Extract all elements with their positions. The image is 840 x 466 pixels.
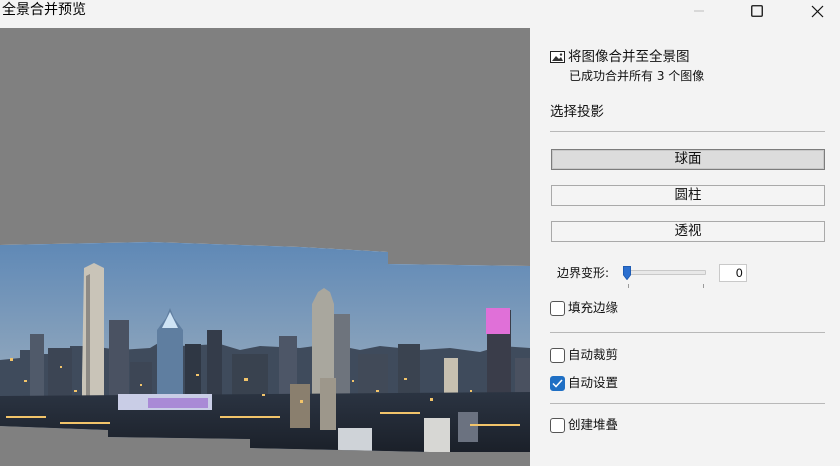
boundary-warp-label: 边界变形: [557,266,610,280]
create-stack-option[interactable]: 创建堆叠 [550,416,618,434]
projection-cylindrical-button[interactable]: 圆柱 [551,185,825,206]
minimize-button[interactable] [676,0,722,22]
create-stack-label: 创建堆叠 [568,417,619,432]
projection-perspective-button[interactable]: 透视 [551,221,825,242]
auto-crop-checkbox[interactable] [550,347,565,363]
checkmark-icon [552,378,563,388]
create-stack-checkbox[interactable] [550,417,565,433]
slider-ticks [628,284,704,288]
options-panel: 将图像合并至全景图 已成功合并所有 3 个图像 选择投影 球面 圆柱 透视 边界… [530,28,840,466]
divider [550,332,825,333]
merge-status-subtitle: 已成功合并所有 3 个图像 [569,69,705,83]
fill-edges-label: 填充边缘 [568,300,619,315]
window-title: 全景合并预览 [2,2,86,18]
divider [550,131,825,132]
maximize-icon [751,5,763,17]
boundary-warp-slider-track[interactable] [626,270,706,275]
auto-settings-checkbox[interactable] [550,375,565,391]
boundary-warp-value-input[interactable] [719,264,747,282]
auto-settings-option[interactable]: 自动设置 [550,374,618,392]
auto-crop-option[interactable]: 自动裁剪 [550,346,618,364]
boundary-warp-slider-thumb[interactable] [623,266,631,280]
close-icon [811,5,823,17]
projection-label: 选择投影 [550,104,604,120]
fill-edges-option[interactable]: 填充边缘 [550,299,618,317]
title-bar: 全景合并预览 [0,0,840,28]
auto-settings-label: 自动设置 [568,375,619,390]
divider [550,403,825,404]
panorama-preview [0,28,530,466]
auto-crop-label: 自动裁剪 [568,347,619,362]
close-button[interactable] [794,0,840,22]
minimize-icon [694,10,704,12]
panorama-image [0,242,530,452]
maximize-button[interactable] [734,0,780,22]
panorama-image-icon [550,51,565,63]
merge-status-title: 将图像合并至全景图 [568,49,690,65]
fill-edges-checkbox[interactable] [550,300,565,316]
projection-spherical-button[interactable]: 球面 [551,149,825,170]
